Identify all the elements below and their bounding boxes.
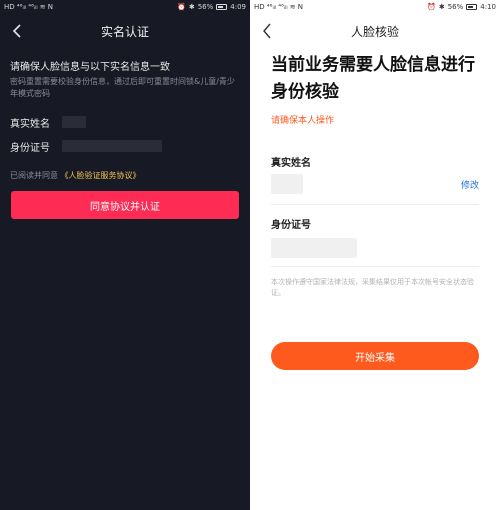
back-button[interactable] (8, 22, 26, 40)
id-number-label: 身份证号 (271, 220, 311, 231)
legal-note: 本次操作遵守国家法律法规，采集结果仅用于本次帐号安全状态验证。 (271, 278, 474, 297)
page-title: 实名认证 (100, 24, 149, 39)
signal-indicators: HD ⁴⁶ᵢₗₗ ⁴⁶ᵢₗₗ ≋ N (4, 3, 53, 11)
real-name-label: 真实姓名 (10, 118, 50, 130)
divider (271, 204, 479, 205)
alarm-icon: ⏰ (427, 3, 436, 11)
start-capture-button[interactable]: 开始采集 (271, 342, 479, 370)
divider (271, 266, 479, 267)
page-title: 人脸核验 (350, 24, 399, 39)
alarm-icon: ⏰ (177, 3, 186, 11)
agreement-prefix: 已阅读并同意 (10, 171, 58, 180)
nav-bar: 人脸核验 (250, 14, 500, 48)
agree-and-verify-button[interactable]: 同意协议并认证 (11, 191, 239, 219)
real-name-label: 真实姓名 (271, 158, 311, 169)
battery-percent: 56% (447, 3, 464, 11)
battery-icon (216, 4, 228, 10)
id-number-masked-value (271, 238, 357, 258)
instruction-heading: 请确保人脸信息与以下实名信息一致 (10, 62, 170, 73)
real-name-row: 真实姓名 (10, 115, 86, 130)
carrier-text: HD ⁴⁶ᵢₗₗ ⁴⁶ᵢₗₗ ≋ N (4, 3, 54, 11)
status-bar: HD ⁴⁶ᵢₗₗ ⁴⁶ᵢₗₗ ≋ N ⏰ ✱ 56% 4:09 (0, 0, 250, 14)
bluetooth-icon: ✱ (188, 3, 195, 11)
signal-indicators: HD ⁴⁶ᵢₗₗ ⁴⁶ᵢₗₗ ≋ N (254, 3, 303, 11)
agreement-link[interactable]: 《人脸验证服务协议》 (61, 171, 141, 180)
back-button[interactable] (258, 22, 276, 40)
self-operation-notice: 请确保本人操作 (271, 116, 335, 126)
nav-bar: 实名认证 (0, 14, 250, 48)
clock: 4:09 (230, 3, 246, 11)
real-name-auth-screen: HD ⁴⁶ᵢₗₗ ⁴⁶ᵢₗₗ ≋ N ⏰ ✱ 56% 4:09 实名认证 请确保… (0, 0, 250, 510)
real-name-masked-value (271, 174, 303, 194)
instruction-description: 密码重置需要校验身份信息，通过后即可重置时间锁&儿童/青少年模式密码 (10, 77, 235, 98)
id-number-value (271, 238, 357, 258)
id-number-row: 身份证号 (10, 139, 162, 154)
face-verification-screen: HD ⁴⁶ᵢₗₗ ⁴⁶ᵢₗₗ ≋ N ⏰ ✱ 56% 4:10 人脸核验 当前业… (250, 0, 500, 510)
carrier-text: HD ⁴⁶ᵢₗₗ ⁴⁶ᵢₗₗ ≋ N (254, 3, 304, 11)
id-number-masked-value (62, 140, 162, 152)
agreement-text: 已阅读并同意 《人脸验证服务协议》 (10, 170, 141, 181)
verification-title: 当前业务需要人脸信息进行身份核验 (271, 55, 475, 102)
battery-icon (466, 4, 478, 10)
edit-name-link[interactable]: 修改 (461, 178, 479, 191)
real-name-value (271, 174, 303, 194)
clock: 4:10 (480, 3, 496, 11)
battery-percent: 56% (197, 3, 214, 11)
bluetooth-icon: ✱ (438, 3, 445, 11)
real-name-masked-value (62, 116, 86, 128)
id-number-label: 身份证号 (10, 142, 50, 154)
chevron-left-icon (12, 24, 21, 38)
status-bar: HD ⁴⁶ᵢₗₗ ⁴⁶ᵢₗₗ ≋ N ⏰ ✱ 56% 4:10 (250, 0, 500, 14)
chevron-left-icon (263, 23, 271, 39)
